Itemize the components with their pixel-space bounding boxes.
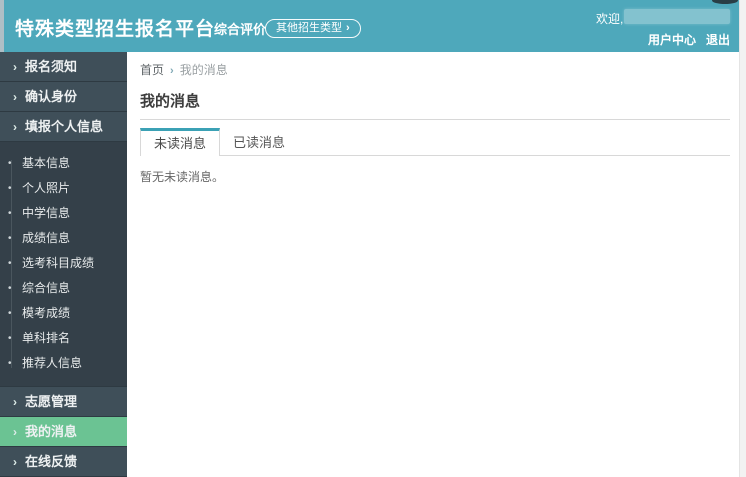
sidebar-item-photo[interactable]: • 个人照片 (0, 176, 127, 201)
breadcrumb-current: 我的消息 (179, 63, 228, 77)
header-links: 用户中心 退出 (648, 31, 730, 48)
other-enrollment-types-button[interactable]: 其他招生类型 › (265, 19, 361, 38)
sidebar-item-label: 基本信息 (22, 156, 71, 170)
bullet-icon: • (8, 158, 12, 169)
bullet-icon: • (8, 333, 12, 344)
sidebar-item-comprehensive-info[interactable]: • 综合信息 (0, 276, 127, 301)
message-tabs: 未读消息 已读消息 (140, 128, 730, 156)
sidebar-item-score-info[interactable]: • 成绩信息 (0, 226, 127, 251)
sidebar-item-label: 填报个人信息 (25, 119, 104, 134)
breadcrumb-separator: › (170, 65, 174, 77)
sidebar-item-label: 成绩信息 (22, 231, 71, 245)
sidebar-item-label: 中学信息 (22, 206, 71, 220)
sidebar-item-label: 我的消息 (25, 424, 78, 439)
sidebar-item-label: 确认身份 (25, 89, 78, 104)
empty-messages-text: 暂无未读消息。 (140, 170, 225, 184)
logout-link[interactable]: 退出 (706, 33, 730, 47)
sidebar-item-notice[interactable]: › 报名须知 (0, 52, 127, 82)
sidebar-item-label: 报名须知 (25, 59, 78, 74)
bullet-icon: • (8, 183, 12, 194)
app-window: 特殊类型招生报名平台 综合评价 其他招生类型 › 欢迎, 用户中心 退出 › 报名须知… (0, 0, 746, 477)
sidebar-item-label: 选考科目成绩 (22, 256, 95, 270)
sidebar-item-referrer-info[interactable]: • 推荐人信息 (0, 351, 127, 376)
bullet-icon: • (8, 358, 12, 369)
sidebar-item-mock-exam-scores[interactable]: • 模考成绩 (0, 301, 127, 326)
header-left-strip (0, 0, 4, 52)
header-bar: 特殊类型招生报名平台 综合评价 其他招生类型 › 欢迎, 用户中心 退出 (0, 0, 739, 52)
sidebar-item-my-messages[interactable]: › 我的消息 (0, 417, 127, 447)
sidebar-subgroup-personal-info: • 基本信息 • 个人照片 • 中学信息 • 成绩信息 • 选考科目成绩 • 综合信息 • 模… (0, 142, 127, 387)
sidebar-item-label: 综合信息 (22, 281, 71, 295)
sidebar-item-elective-subject-scores[interactable]: • 选考科目成绩 (0, 251, 127, 276)
chevron-right-icon: › (13, 425, 17, 439)
sidebar-item-label: 志愿管理 (25, 394, 78, 409)
breadcrumb: 首页 › 我的消息 (140, 63, 730, 81)
chevron-right-icon: › (13, 455, 17, 469)
chevron-right-icon: › (13, 395, 17, 409)
sidebar-item-label: 个人照片 (22, 181, 71, 195)
bullet-icon: • (8, 233, 12, 244)
sidebar-item-identity[interactable]: › 确认身份 (0, 82, 127, 112)
title-divider (140, 119, 730, 120)
sidebar-item-volunteer-management[interactable]: › 志愿管理 (0, 387, 127, 417)
sidebar-item-label: 推荐人信息 (22, 356, 83, 370)
main-content: 首页 › 我的消息 我的消息 未读消息 已读消息 暂无未读消息。 (127, 52, 739, 477)
bullet-icon: • (8, 283, 12, 294)
bullet-icon: • (8, 308, 12, 319)
breadcrumb-home[interactable]: 首页 (140, 63, 164, 77)
other-types-label: 其他招生类型 (276, 22, 342, 34)
welcome-label: 欢迎, (596, 12, 624, 26)
sidebar-item-online-feedback[interactable]: › 在线反馈 (0, 447, 127, 477)
chevron-right-icon: › (13, 90, 17, 104)
chevron-right-icon: › (13, 60, 17, 74)
sidebar-item-label: 模考成绩 (22, 306, 71, 320)
sidebar-item-school-info[interactable]: • 中学信息 (0, 201, 127, 226)
tab-unread-messages[interactable]: 未读消息 (140, 128, 221, 156)
page-title: 我的消息 (140, 93, 201, 110)
sidebar-item-basic-info[interactable]: • 基本信息 (0, 151, 127, 176)
sidebar-item-label: 单科排名 (22, 331, 71, 345)
sidebar-item-subject-ranking[interactable]: • 单科排名 (0, 326, 127, 351)
bullet-icon: • (8, 208, 12, 219)
user-center-link[interactable]: 用户中心 (648, 33, 696, 47)
cursor-artifact (712, 0, 738, 4)
chevron-right-icon: › (346, 22, 350, 34)
bullet-icon: • (8, 258, 12, 269)
username-redacted (624, 9, 730, 24)
sidebar-item-label: 在线反馈 (25, 454, 78, 469)
chevron-right-icon: › (13, 120, 17, 134)
app-subtitle: 综合评价 (214, 22, 267, 37)
tab-read-messages[interactable]: 已读消息 (220, 130, 298, 155)
sidebar-nav: › 报名须知 › 确认身份 › 填报个人信息 • 基本信息 • 个人照片 • 中学信息 • 成… (0, 52, 127, 477)
app-title: 特殊类型招生报名平台 (15, 19, 216, 40)
scrollbar-track[interactable] (739, 0, 746, 477)
sidebar-item-personal-info[interactable]: › 填报个人信息 (0, 112, 127, 142)
